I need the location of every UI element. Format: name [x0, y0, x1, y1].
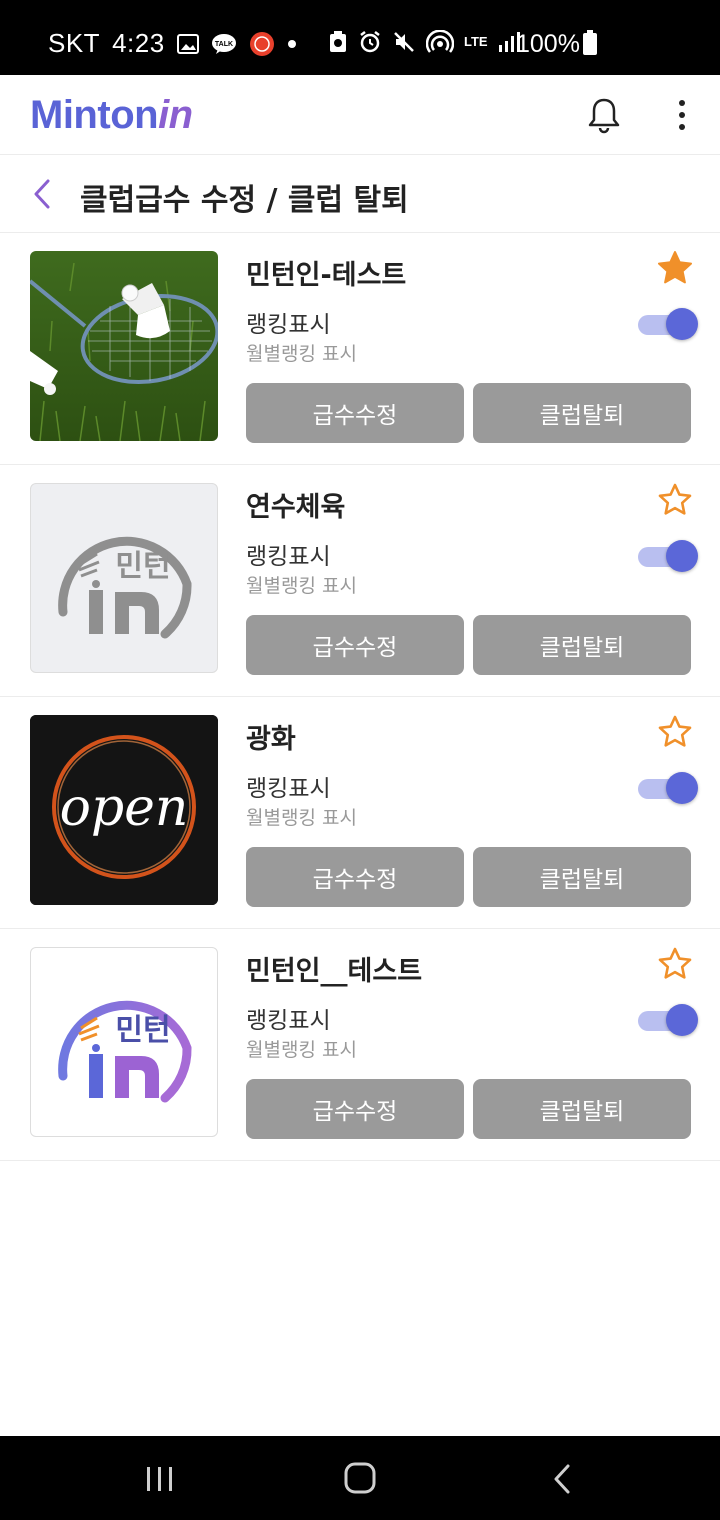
system-nav-bar	[0, 1436, 720, 1520]
rank-label: 랭킹표시	[246, 312, 331, 338]
toggle-thumb	[666, 540, 698, 572]
logo-main: Minton	[30, 93, 159, 137]
page-title: 클럽급수 수정 / 클럽 탈퇴	[80, 183, 409, 218]
leave-club-button[interactable]: 클럽탈퇴	[473, 1079, 691, 1139]
rank-label: 랭킹표시	[246, 776, 331, 802]
back-arrow-icon[interactable]	[28, 175, 56, 213]
alarm-icon	[360, 31, 380, 53]
club-image-logo-gray: 민턴	[30, 483, 218, 673]
club-image-logo-color: 민턴	[30, 947, 218, 1137]
star-outline-icon[interactable]	[656, 945, 694, 983]
list-item: open 광화 랭킹표시 월별랭킹 표시 급수수정 클럽탈퇴	[0, 697, 720, 929]
data-saver-icon	[330, 31, 346, 52]
rank-sublabel: 월별랭킹 표시	[246, 807, 357, 829]
status-right: LTE	[328, 30, 520, 54]
app-bar: Mintonin	[0, 75, 720, 155]
edit-grade-button[interactable]: 급수수정	[246, 847, 464, 907]
more-vert-icon[interactable]	[668, 97, 696, 133]
time-label: 4:23	[112, 28, 165, 58]
status-left: SKT 4:23 TALK	[48, 28, 297, 59]
home-icon[interactable]	[343, 1461, 377, 1495]
ranking-toggle[interactable]	[638, 1003, 698, 1037]
edit-grade-button[interactable]: 급수수정	[246, 383, 464, 443]
logo-image-text: 민턴	[115, 549, 170, 584]
battery-percent: 100%	[516, 30, 580, 58]
logo-accent: in	[158, 93, 193, 137]
notification-dot-icon	[287, 39, 296, 48]
leave-club-button[interactable]: 클럽탈퇴	[473, 615, 691, 675]
club-image-neon-open: open	[30, 715, 218, 905]
leave-club-button[interactable]: 클럽탈퇴	[473, 383, 691, 443]
battery-icon	[583, 30, 597, 55]
list-item: 민턴인-테스트 랭킹표시 월별랭킹 표시 급수수정 클럽탈퇴	[0, 233, 720, 465]
toggle-thumb	[666, 772, 698, 804]
rank-label: 랭킹표시	[246, 544, 331, 570]
edit-grade-button[interactable]: 급수수정	[246, 615, 464, 675]
mute-icon	[394, 32, 414, 52]
rank-sublabel: 월별랭킹 표시	[246, 1039, 357, 1061]
network-label: LTE	[464, 34, 488, 49]
star-filled-icon[interactable]	[656, 249, 694, 287]
edit-grade-button[interactable]: 급수수정	[246, 1079, 464, 1139]
carrier-label: SKT	[48, 28, 101, 58]
star-outline-icon[interactable]	[656, 713, 694, 751]
club-name: 민턴인__테스트	[246, 956, 423, 987]
club-list: 민턴인-테스트 랭킹표시 월별랭킹 표시 급수수정 클럽탈퇴 민턴 연수체육 랭…	[0, 233, 720, 1161]
status-bar: SKT 4:23 TALK LTE 100%	[0, 0, 720, 75]
ranking-toggle[interactable]	[638, 771, 698, 805]
club-name: 민턴인-테스트	[246, 260, 407, 291]
recent-apps-icon[interactable]	[145, 1466, 175, 1492]
page-header: 클럽급수 수정 / 클럽 탈퇴	[0, 155, 720, 233]
kakaotalk-icon: TALK	[211, 33, 236, 54]
app-logo[interactable]: Mintonin	[30, 93, 193, 138]
leave-club-button[interactable]: 클럽탈퇴	[473, 847, 691, 907]
nav-back-icon[interactable]	[551, 1463, 573, 1495]
toggle-thumb	[666, 1004, 698, 1036]
rank-sublabel: 월별랭킹 표시	[246, 575, 357, 597]
ranking-toggle[interactable]	[638, 307, 698, 341]
bell-icon[interactable]	[584, 95, 624, 135]
app-badge-icon	[249, 31, 274, 56]
gallery-icon	[176, 33, 199, 54]
toggle-thumb	[666, 308, 698, 340]
ranking-toggle[interactable]	[638, 539, 698, 573]
list-item: 민턴 연수체육 랭킹표시 월별랭킹 표시 급수수정 클럽탈퇴	[0, 465, 720, 697]
star-outline-icon[interactable]	[656, 481, 694, 519]
club-name: 광화	[246, 724, 296, 755]
rank-sublabel: 월별랭킹 표시	[246, 343, 357, 365]
hotspot-icon	[426, 30, 454, 53]
club-image-badminton	[30, 251, 218, 441]
logo-image-text: 민턴	[115, 1013, 170, 1048]
rank-label: 랭킹표시	[246, 1008, 331, 1034]
svg-text:TALK: TALK	[215, 41, 233, 48]
club-name: 연수체육	[246, 492, 346, 523]
neon-image-text: open	[60, 778, 189, 838]
list-item: 민턴 민턴인__테스트 랭킹표시 월별랭킹 표시 급수수정 클럽탈퇴	[0, 929, 720, 1161]
